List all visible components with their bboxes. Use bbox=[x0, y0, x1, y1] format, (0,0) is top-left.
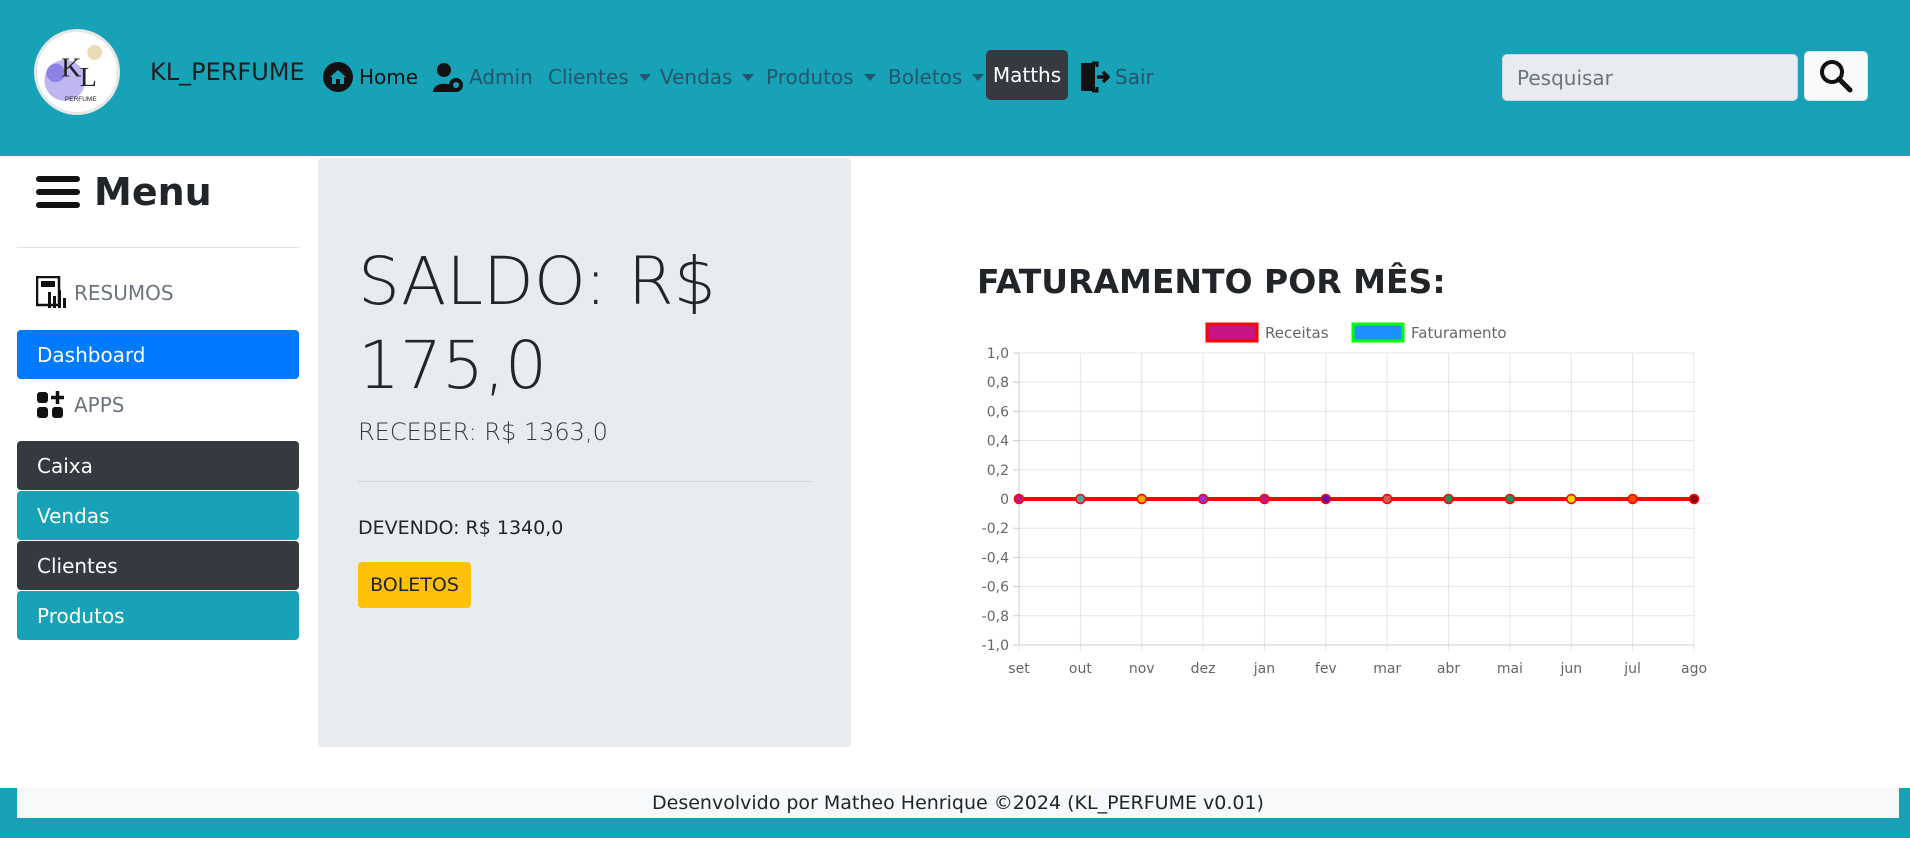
nav-vendas-dropdown[interactable]: Vendas bbox=[660, 60, 755, 94]
x-tick-label: abr bbox=[1437, 661, 1460, 677]
navbar: K L PERFUME KL_PERFUME Home Admin Client… bbox=[0, 0, 1910, 156]
footer-text: Desenvolvido por Matheo Henrique ©2024 (… bbox=[652, 792, 1264, 814]
nav-boletos-label: Boletos bbox=[888, 65, 963, 89]
y-tick-label: -0,8 bbox=[982, 609, 1009, 625]
nav-clientes-dropdown[interactable]: Clientes bbox=[548, 60, 651, 94]
chevron-down-icon bbox=[863, 73, 876, 81]
revenue-line-chart: 1,0 0,8 0,6 0,4 0,2 0 -0,2 -0,4 -0,6 -0,8 -1,0 set o… bbox=[982, 322, 1707, 677]
nav-admin[interactable]: Admin bbox=[432, 60, 533, 94]
y-tick-label: 0,8 bbox=[987, 375, 1009, 391]
data-point bbox=[1136, 493, 1147, 505]
section-label-apps: APPS bbox=[74, 393, 125, 417]
hamburger-menu-icon bbox=[36, 176, 80, 208]
boletos-button[interactable]: BOLETOS bbox=[358, 562, 471, 608]
svg-text:L: L bbox=[80, 62, 97, 93]
saldo-value: SALDO: R$ 175,0 bbox=[358, 243, 716, 404]
legend-swatch bbox=[1205, 322, 1259, 343]
y-tick-label: -1,0 bbox=[982, 638, 1009, 654]
nav-produtos-label: Produtos bbox=[766, 65, 854, 89]
y-tick-label: 0,2 bbox=[987, 463, 1009, 479]
y-tick-label: 0 bbox=[1000, 492, 1009, 508]
search-input[interactable] bbox=[1502, 54, 1798, 101]
nav-home[interactable]: Home bbox=[322, 60, 418, 94]
x-tick-label: fev bbox=[1315, 661, 1337, 677]
chevron-down-icon bbox=[972, 73, 985, 81]
receber-value: RECEBER: R$ 1363,0 bbox=[358, 418, 608, 446]
nav-sair-label: Sair bbox=[1115, 65, 1154, 89]
chevron-down-icon bbox=[742, 73, 755, 81]
sidebar-section-resumos: RESUMOS bbox=[36, 276, 174, 310]
data-point bbox=[1320, 493, 1332, 505]
legend-label: Faturamento bbox=[1411, 324, 1507, 342]
x-tick-label: nov bbox=[1129, 661, 1155, 677]
y-tick-label: -0,6 bbox=[982, 580, 1009, 596]
sidebar-item-produtos[interactable]: Produtos bbox=[17, 591, 299, 640]
sidebar-menu-title[interactable]: Menu bbox=[36, 170, 212, 214]
data-point bbox=[1566, 493, 1577, 505]
svg-text:PERFUME: PERFUME bbox=[65, 96, 97, 103]
sidebar-item-vendas[interactable]: Vendas bbox=[17, 491, 299, 540]
data-point bbox=[1013, 493, 1025, 505]
nav-clientes-label: Clientes bbox=[548, 65, 629, 89]
chart-title: FATURAMENTO POR MÊS: bbox=[977, 262, 1446, 301]
chevron-down-icon bbox=[638, 73, 651, 81]
logo-image: K L PERFUME bbox=[44, 45, 103, 103]
brand-name[interactable]: KL_PERFUME bbox=[150, 58, 305, 86]
data-point bbox=[1381, 493, 1393, 505]
nav-home-label: Home bbox=[359, 65, 419, 89]
x-tick-label: jun bbox=[1559, 661, 1582, 677]
search-icon bbox=[1820, 60, 1853, 93]
x-tick-label: jan bbox=[1253, 661, 1275, 677]
menu-title-text: Menu bbox=[94, 170, 212, 214]
svg-text:K: K bbox=[61, 53, 81, 84]
devendo-value: DEVENDO: R$ 1340,0 bbox=[358, 517, 564, 539]
x-tick-label: mai bbox=[1497, 661, 1523, 677]
x-tick-label: ago bbox=[1681, 661, 1707, 677]
admin-gear-icon bbox=[432, 61, 464, 93]
x-tick-label: set bbox=[1008, 661, 1030, 677]
x-tick-label: dez bbox=[1191, 661, 1216, 677]
brand-logo[interactable]: K L PERFUME bbox=[34, 29, 120, 115]
section-label-resumos: RESUMOS bbox=[74, 281, 174, 305]
report-icon bbox=[36, 276, 66, 308]
card-divider bbox=[358, 481, 811, 482]
sidebar-divider bbox=[17, 247, 299, 248]
data-point bbox=[1197, 493, 1209, 505]
exit-icon bbox=[1078, 61, 1110, 93]
y-tick-label: 0,4 bbox=[987, 434, 1009, 450]
home-icon bbox=[322, 61, 354, 93]
data-point bbox=[1075, 493, 1086, 505]
x-tick-label: jul bbox=[1623, 661, 1641, 677]
sidebar-section-apps: APPS bbox=[36, 388, 125, 422]
search-button[interactable] bbox=[1804, 51, 1868, 101]
x-tick-label: out bbox=[1069, 661, 1092, 677]
sidebar-item-clientes[interactable]: Clientes bbox=[17, 541, 299, 590]
data-point bbox=[1504, 493, 1516, 505]
y-tick-label: -0,4 bbox=[982, 550, 1009, 566]
nav-boletos-dropdown[interactable]: Boletos bbox=[888, 60, 985, 94]
y-tick-label: -0,2 bbox=[982, 521, 1009, 537]
nav-vendas-label: Vendas bbox=[660, 65, 733, 89]
sidebar-item-dashboard[interactable]: Dashboard bbox=[17, 330, 299, 379]
legend-swatch bbox=[1351, 322, 1405, 343]
nav-admin-label: Admin bbox=[469, 65, 533, 89]
apps-add-icon bbox=[37, 391, 64, 418]
nav-produtos-dropdown[interactable]: Produtos bbox=[766, 60, 876, 94]
data-point bbox=[1443, 493, 1454, 505]
footer: Desenvolvido por Matheo Henrique ©2024 (… bbox=[17, 788, 1899, 818]
y-tick-label: 0,6 bbox=[987, 404, 1009, 420]
data-point bbox=[1688, 493, 1700, 505]
nav-matths-button[interactable]: Matths bbox=[986, 50, 1068, 100]
data-point bbox=[1259, 493, 1270, 505]
data-point bbox=[1627, 493, 1638, 505]
legend-label: Receitas bbox=[1265, 324, 1329, 342]
y-tick-label: 1,0 bbox=[987, 346, 1009, 362]
x-tick-label: mar bbox=[1373, 661, 1401, 677]
nav-sair[interactable]: Sair bbox=[1078, 60, 1154, 94]
sidebar-item-caixa[interactable]: Caixa bbox=[17, 441, 299, 490]
